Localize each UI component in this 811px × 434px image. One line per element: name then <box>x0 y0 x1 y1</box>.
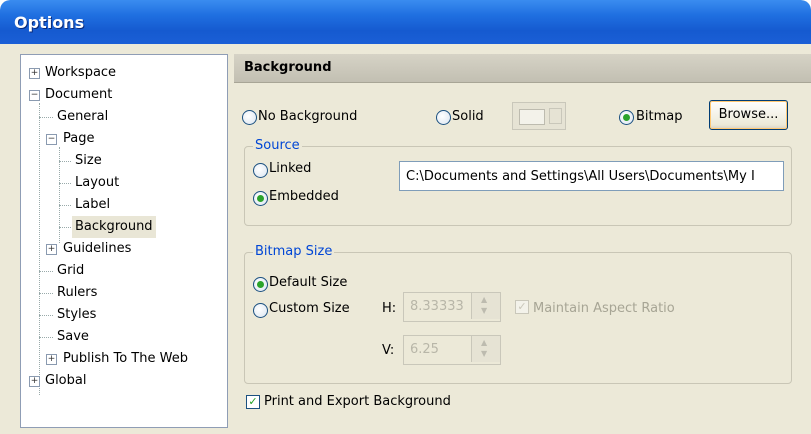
bitmap-size-group: Bitmap Size Default Size Custom Size H: … <box>244 244 792 384</box>
linked-label[interactable]: Linked <box>269 161 311 176</box>
tree-item-label: Global <box>45 373 87 388</box>
no-background-label[interactable]: No Background <box>258 109 357 124</box>
down-arrow-icon: ▼ <box>481 349 488 358</box>
tree-item-label: Workspace <box>45 65 117 80</box>
embedded-radio[interactable] <box>253 191 268 206</box>
linked-radio[interactable] <box>253 163 268 178</box>
down-arrow-icon: ▼ <box>481 306 488 315</box>
color-swatch-picker[interactable] <box>512 102 566 130</box>
tree-item-label: Grid <box>57 263 85 278</box>
tree-item-label: Page <box>63 131 95 146</box>
custom-size-label[interactable]: Custom Size <box>269 301 350 316</box>
vertical-value: 6.25 <box>410 342 439 357</box>
height-spinner[interactable]: ▲ ▼ <box>471 293 500 319</box>
height-label: H: <box>382 301 397 316</box>
tree-item-label: Label <box>75 197 111 212</box>
expand-icon[interactable]: + <box>29 376 40 387</box>
options-tree[interactable]: + Workspace − Document General − Page Si… <box>20 54 228 428</box>
up-arrow-icon: ▲ <box>481 338 488 347</box>
tree-item-label: Publish To The Web <box>63 351 188 366</box>
expand-icon[interactable]: + <box>29 68 40 79</box>
no-background-radio[interactable] <box>242 110 257 125</box>
section-title: Background <box>244 60 332 75</box>
source-group-title: Source <box>253 138 302 153</box>
vertical-input[interactable]: 6.25 ▲ ▼ <box>403 335 501 365</box>
print-export-checkbox[interactable]: ✓ <box>246 395 260 409</box>
tree-item-label: Layout <box>75 175 120 190</box>
tree-connector <box>39 117 53 118</box>
default-size-radio[interactable] <box>253 277 268 292</box>
options-dialog: Options + Workspace − Document General −… <box>0 0 811 434</box>
tree-item-label: Styles <box>57 307 97 322</box>
vertical-spinner[interactable]: ▲ ▼ <box>471 336 500 362</box>
tree-item-label: Rulers <box>57 285 98 300</box>
tree-item-label: Size <box>75 153 102 168</box>
expand-icon[interactable]: + <box>46 244 57 255</box>
tree-item-label: Save <box>57 329 89 344</box>
up-arrow-icon: ▲ <box>481 295 488 304</box>
tree-connector <box>59 227 71 228</box>
vertical-label: V: <box>382 343 395 358</box>
tree-connector <box>59 205 71 206</box>
maintain-aspect-checkbox[interactable]: ✓ <box>515 300 529 314</box>
title-bar[interactable]: Options <box>0 0 811 44</box>
window-title: Options <box>14 13 85 32</box>
browse-button[interactable]: Browse... <box>709 100 788 130</box>
tree-item-label: Background <box>72 216 156 238</box>
tree-connector <box>39 293 53 294</box>
solid-label[interactable]: Solid <box>452 109 484 124</box>
tree-connector <box>39 315 53 316</box>
tree-connector <box>39 271 53 272</box>
background-panel: Background No Background Solid Bitmap Br… <box>234 54 811 434</box>
bitmap-label[interactable]: Bitmap <box>636 109 683 124</box>
tree-connector <box>39 103 40 395</box>
tree-item-label: General <box>57 109 109 124</box>
tree-connector <box>59 183 71 184</box>
height-value: 8.33333 <box>410 299 464 314</box>
chevron-down-icon <box>549 108 562 124</box>
tree-connector <box>39 337 53 338</box>
bitmap-size-group-title: Bitmap Size <box>253 244 335 259</box>
collapse-icon[interactable]: − <box>46 134 57 145</box>
bitmap-path-field[interactable]: C:\Documents and Settings\All Users\Docu… <box>399 161 784 191</box>
solid-radio[interactable] <box>436 110 451 125</box>
print-export-label[interactable]: Print and Export Background <box>264 394 451 409</box>
color-swatch <box>519 109 545 125</box>
tree-item-label: Guidelines <box>63 241 132 256</box>
tree-item-label: Document <box>45 87 113 102</box>
bitmap-radio[interactable] <box>619 110 634 125</box>
embedded-label[interactable]: Embedded <box>269 189 339 204</box>
maintain-aspect-label[interactable]: Maintain Aspect Ratio <box>533 301 675 316</box>
custom-size-radio[interactable] <box>253 303 268 318</box>
section-header: Background <box>234 54 811 83</box>
source-group: Source Linked Embedded C:\Documents and … <box>244 138 792 226</box>
tree-connector <box>59 161 71 162</box>
default-size-label[interactable]: Default Size <box>269 275 347 290</box>
height-input[interactable]: 8.33333 ▲ ▼ <box>403 292 501 322</box>
expand-icon[interactable]: + <box>46 354 57 365</box>
collapse-icon[interactable]: − <box>29 90 40 101</box>
